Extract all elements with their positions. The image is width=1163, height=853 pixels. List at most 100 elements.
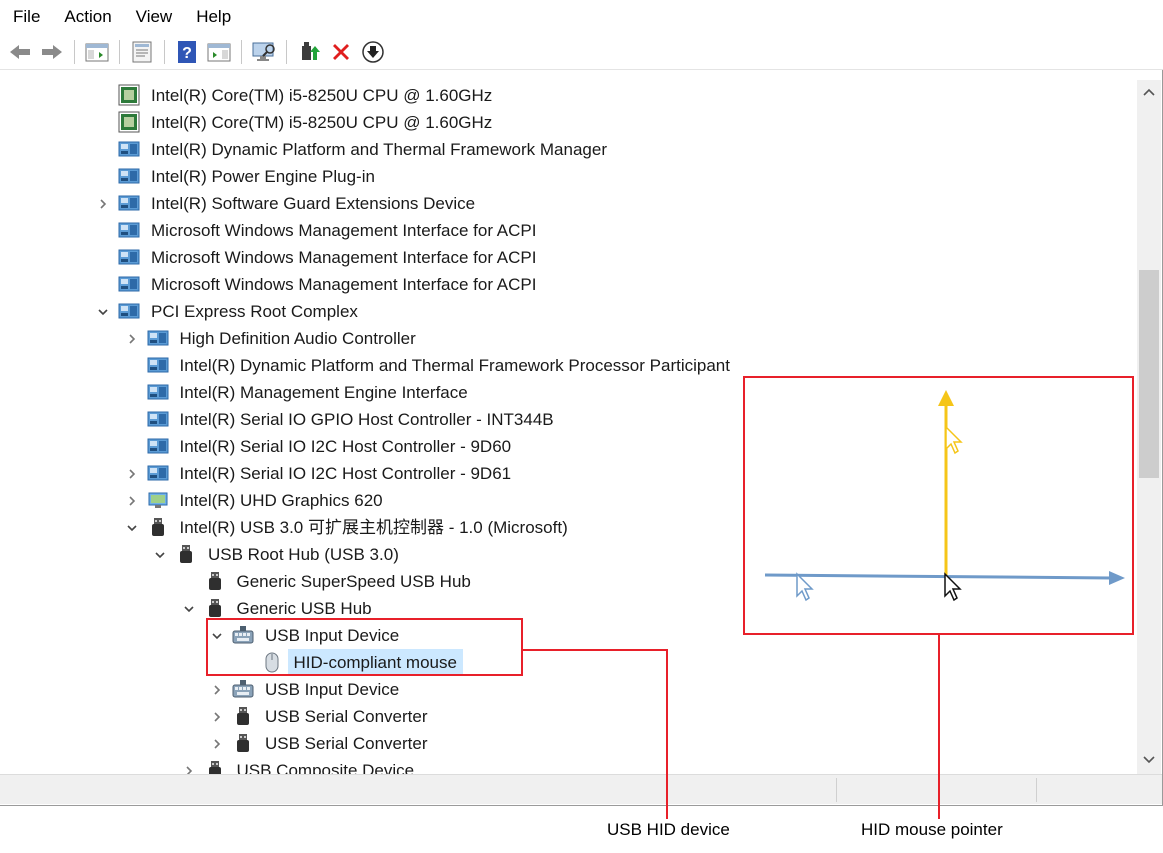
svg-text:?: ? [182,45,192,62]
scroll-thumb[interactable] [1139,270,1159,478]
usb-plug-icon [204,759,226,774]
usb-plug-icon [204,597,226,619]
help-button[interactable]: ? [174,39,200,65]
update-driver-button[interactable] [296,39,322,65]
tree-item-label: Intel(R) Dynamic Platform and Thermal Fr… [179,356,730,375]
tree-item-label: PCI Express Root Complex [151,302,358,321]
forward-icon [42,44,62,59]
system-device-icon [147,381,169,403]
tree-row[interactable]: Intel(R) Core(TM) i5-8250U CPU @ 1.60GHz [0,109,1137,136]
chevron-right-icon[interactable] [125,467,139,481]
tree-row[interactable]: Microsoft Windows Management Interface f… [0,244,1137,271]
chevron-right-icon[interactable] [125,332,139,346]
tree-row[interactable]: Intel(R) Core(TM) i5-8250U CPU @ 1.60GHz [0,82,1137,109]
tree-row[interactable]: USB Input Device [0,676,1137,703]
tree-row[interactable]: Intel(R) Dynamic Platform and Thermal Fr… [0,136,1137,163]
tree-item-label: Generic SuperSpeed USB Hub [236,572,471,591]
chevron-right-icon[interactable] [210,710,224,724]
menu-file[interactable]: File [0,0,52,34]
forward-button[interactable] [39,39,65,65]
tree-row[interactable]: HID-compliant mouse [0,649,1137,676]
chevron-down-icon[interactable] [125,521,139,535]
tree-item-label: Intel(R) USB 3.0 可扩展主机控制器 - 1.0 (Microso… [179,518,568,537]
monitor-scan-icon [252,42,275,61]
tree-item-label: Intel(R) UHD Graphics 620 [179,491,383,510]
tree-item-label: Intel(R) Core(TM) i5-8250U CPU @ 1.60GHz [151,113,493,132]
tree-row[interactable]: Intel(R) Power Engine Plug-in [0,163,1137,190]
system-device-icon [147,435,169,457]
tree-item-label: High Definition Audio Controller [179,329,416,348]
tree-row[interactable]: USB Composite Device [0,757,1137,774]
tree-item-label: USB Serial Converter [265,707,428,726]
tree-item-label: Intel(R) Serial IO GPIO Host Controller … [179,410,554,429]
usb-plug-icon [175,543,197,565]
tree-row[interactable]: High Definition Audio Controller [0,325,1137,352]
tree-item-label: USB Root Hub (USB 3.0) [208,545,399,564]
display-adapter-icon [147,489,169,511]
menu-action[interactable]: Action [52,0,123,34]
chevron-right-icon[interactable] [182,764,196,774]
tree-item-label: Intel(R) Serial IO I2C Host Controller -… [179,464,512,483]
cpu-chip-icon [118,84,140,106]
chevron-down-icon[interactable] [182,602,196,616]
show-hide-console-tree-button[interactable] [84,39,110,65]
usb-plug-icon [232,705,254,727]
menu-help[interactable]: Help [184,0,243,34]
usb-hid-caption: USB HID device [607,820,730,839]
scroll-up-button[interactable] [1137,82,1161,102]
yellow-pointer-icon [945,425,963,455]
tree-item-label: Intel(R) Software Guard Extensions Devic… [151,194,476,213]
system-device-icon [118,192,140,214]
tree-row[interactable]: Intel(R) Dynamic Platform and Thermal Fr… [0,352,1137,379]
chevron-down-icon [1143,756,1155,764]
status-divider [1036,778,1037,802]
tree-row[interactable]: Microsoft Windows Management Interface f… [0,271,1137,298]
system-device-icon [118,138,140,160]
mouse-pointer-caption: HID mouse pointer [861,820,1003,839]
scroll-down-button[interactable] [1137,750,1161,770]
tree-row[interactable]: Microsoft Windows Management Interface f… [0,217,1137,244]
toolbar-separator [74,39,75,64]
system-device-icon [147,327,169,349]
pointer-connector-line [938,635,940,819]
menu-view[interactable]: View [124,0,185,34]
toolbar-separator [164,39,165,64]
tree-item-label: Intel(R) Core(TM) i5-8250U CPU @ 1.60GHz [151,86,493,105]
status-bar [0,774,1162,804]
chevron-down-icon[interactable] [153,548,167,562]
download-circle-icon [362,40,384,63]
action-pane-button[interactable] [206,39,232,65]
system-device-icon [118,219,140,241]
properties-icon [132,41,152,62]
pointer-figure-box [743,376,1134,635]
tree-row[interactable]: USB Serial Converter [0,730,1137,757]
vertical-scrollbar[interactable] [1137,80,1161,774]
back-button[interactable] [7,39,33,65]
tree-item-label: USB Composite Device [236,761,415,774]
tree-row[interactable]: USB Serial Converter [0,703,1137,730]
tree-item-label: USB Input Device [265,680,400,699]
tree-item-label: Intel(R) Power Engine Plug-in [151,167,375,186]
system-device-icon [118,300,140,322]
system-device-icon [147,354,169,376]
usb-hid-connector-line [523,649,668,651]
disable-device-button[interactable] [360,39,386,65]
chevron-right-icon[interactable] [210,737,224,751]
chevron-down-icon[interactable] [96,305,110,319]
uninstall-button[interactable] [328,39,354,65]
chevron-right-icon[interactable] [125,494,139,508]
chevron-right-icon[interactable] [210,683,224,697]
chevron-right-icon[interactable] [96,197,110,211]
usb-hid-highlight-box [206,618,523,676]
help-icon: ? [178,40,196,63]
properties-button[interactable] [129,39,155,65]
action-pane-icon [207,43,231,61]
scan-hardware-button[interactable] [251,39,277,65]
system-device-icon [118,246,140,268]
menu-bar: File Action View Help [0,0,1163,34]
tree-row[interactable]: PCI Express Root Complex [0,298,1137,325]
tree-row[interactable]: Intel(R) Software Guard Extensions Devic… [0,190,1137,217]
tree-item-label: Microsoft Windows Management Interface f… [151,275,537,294]
usb-plug-icon [232,732,254,754]
system-device-icon [118,165,140,187]
